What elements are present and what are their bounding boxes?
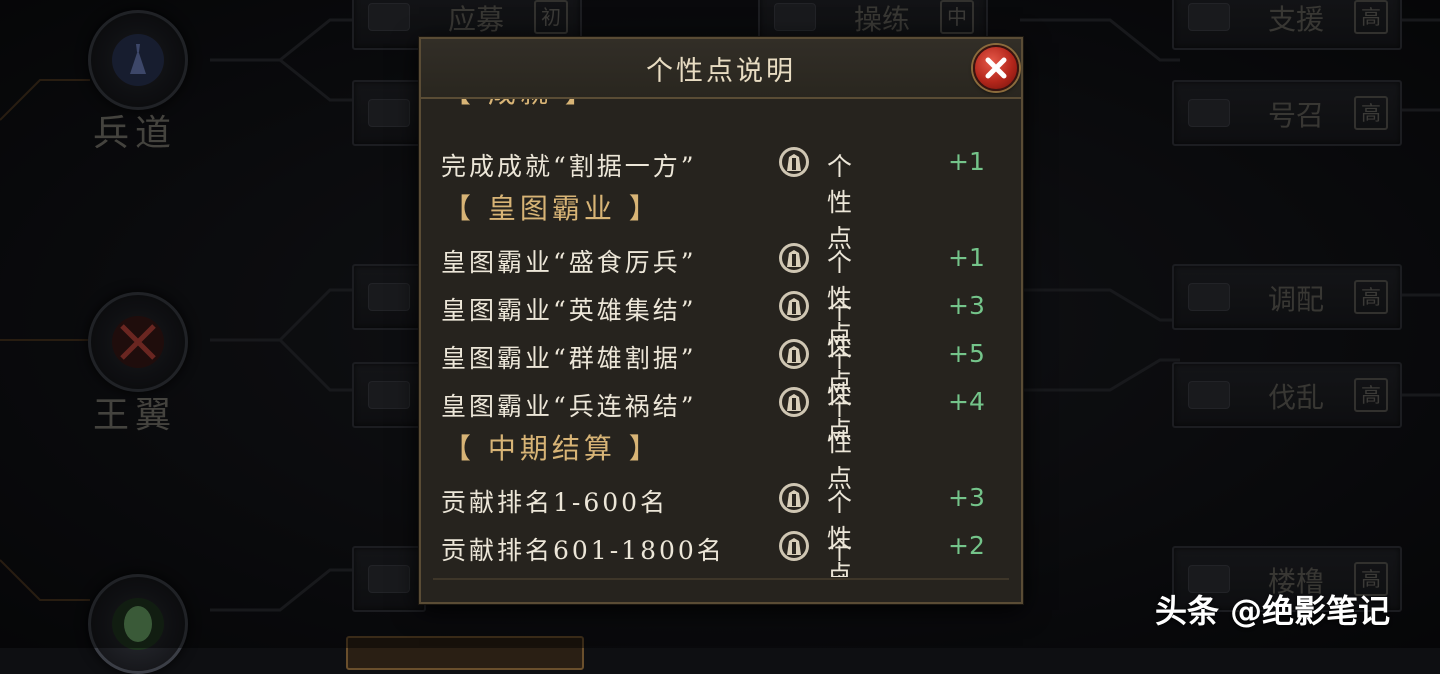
node-third[interactable] [88,574,188,674]
skill-partial-left-4[interactable] [352,546,426,612]
row-text: 贡献排名1-600名 [441,488,669,517]
skill-faluan[interactable]: 伐乱 高 [1172,362,1402,428]
soldier-icon [112,34,164,86]
skill-grade-badge: 初 [534,0,568,34]
section-header-zhongqijiesuan: 【 中期结算 】 [443,432,661,465]
dialog-title: 个性点说明 [646,56,796,87]
personality-point-icon [779,531,809,561]
dialog-header: 个性点说明 [421,39,1021,99]
node-bingdao[interactable] [88,10,188,110]
personality-point-icon [779,147,809,177]
skill-grade-badge: 高 [1354,378,1388,412]
row-text: 皇图霸业“英雄集结” [441,296,697,325]
bottom-action-button[interactable] [346,636,584,670]
skill-partial-left-1[interactable] [352,80,426,146]
section-header-huangtubaye: 【 皇图霸业 】 [443,192,661,225]
row-value: +3 [948,291,985,320]
row-text: 完成成就“割据一方” [441,152,697,181]
leaf-icon [112,598,164,650]
skill-partial-left-2[interactable] [352,264,426,330]
row-value: +2 [948,531,985,560]
skill-name: 应募 [447,3,504,36]
skill-tiaopei[interactable]: 调配 高 [1172,264,1402,330]
personality-point-icon [779,291,809,321]
skill-grade-badge: 高 [1354,0,1388,34]
crossed-swords-icon [112,316,164,368]
node-wangyi[interactable] [88,292,188,392]
row-label: 个性点 [827,152,856,253]
section-header-chengjiu: 【 成就 】 [443,99,597,111]
personality-point-icon [779,483,809,513]
skill-name: 操练 [853,3,910,36]
node-label-bingdao: 兵道 [92,113,177,154]
skill-zhiyuan[interactable]: 支援 高 [1172,0,1402,50]
row-value: +1 [948,243,985,272]
skill-grade-badge: 高 [1354,280,1388,314]
dialog-scroll-list[interactable]: 【 成就 】 完成成就“割据一方” 个性点 +1 【 皇图霸业 】 皇图霸业“盛… [421,99,1021,577]
skill-name: 伐乱 [1267,381,1324,414]
skill-chip [368,99,410,127]
skill-name: 支援 [1267,3,1324,36]
row-label: 个性点 [827,536,856,577]
skill-chip [368,565,410,593]
row-text: 皇图霸业“兵连祸结” [441,392,697,421]
personality-points-dialog: 个性点说明 【 成就 】 完成成就“割据一方” 个性点 +1 【 皇图霸业 】 … [419,37,1023,604]
row-text: 皇图霸业“群雄割据” [441,344,697,373]
row-value: +1 [948,147,985,176]
row-text: 皇图霸业“盛食厉兵” [441,248,697,277]
close-icon [985,57,1007,79]
skill-chip [368,283,410,311]
skill-grade-badge: 高 [1354,96,1388,130]
row-value: +5 [948,339,985,368]
row-value: +3 [948,483,985,512]
skill-chip [1188,99,1230,127]
skill-name: 号召 [1267,99,1324,132]
personality-point-icon [779,339,809,369]
row-value: +4 [948,387,985,416]
row-text: 贡献排名601-1800名 [441,536,725,565]
personality-point-icon [779,243,809,273]
skill-name: 调配 [1267,283,1324,316]
skill-chip [1188,381,1230,409]
row-label: 个性点 [827,392,856,493]
dialog-divider [433,578,1009,580]
close-button[interactable] [973,45,1019,91]
skill-chip [368,381,410,409]
skill-partial-left-3[interactable] [352,362,426,428]
skill-chip [368,3,410,31]
skill-chip [774,3,816,31]
skill-haozhao[interactable]: 号召 高 [1172,80,1402,146]
watermark: 头条 @绝影笔记 [1155,592,1391,630]
skill-chip [1188,283,1230,311]
node-label-wangyi: 王翼 [92,395,177,436]
personality-point-icon [779,387,809,417]
skill-grade-badge: 中 [940,0,974,34]
skill-chip [1188,3,1230,31]
